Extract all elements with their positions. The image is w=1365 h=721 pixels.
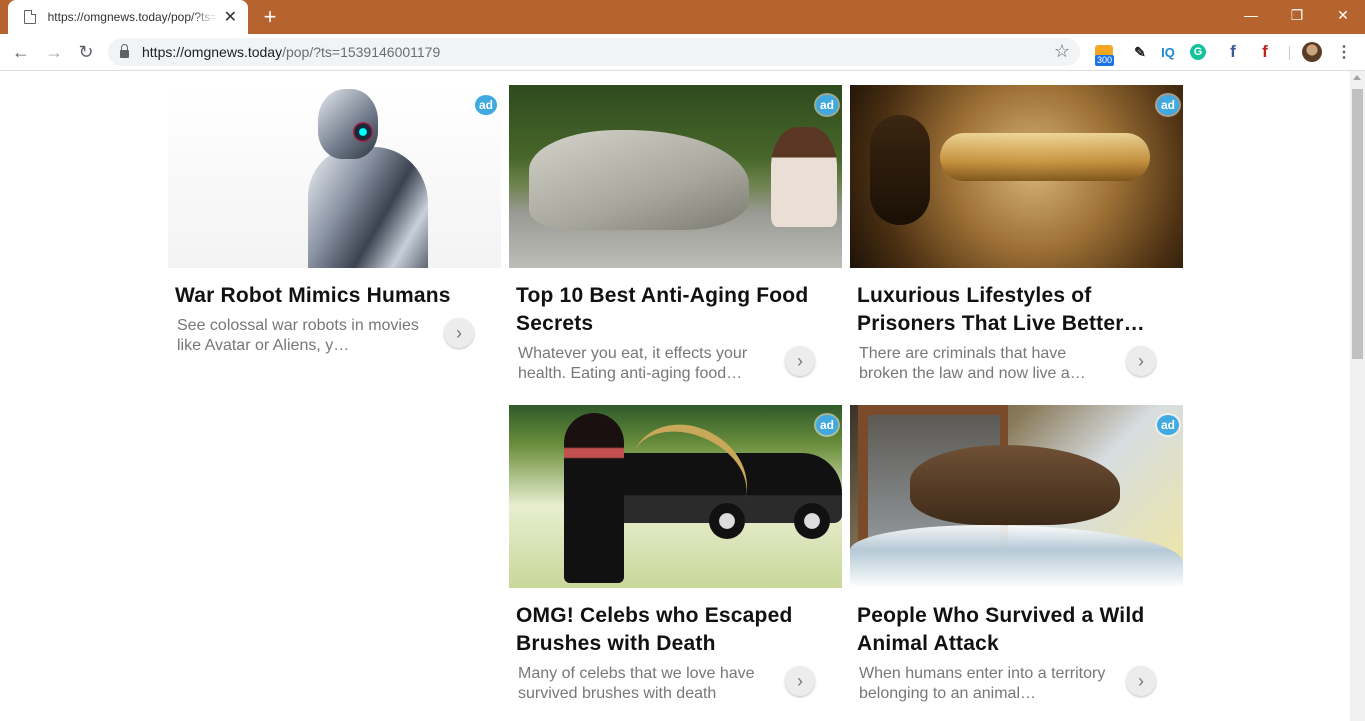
- page-content: ad War Robot Mimics Humans See colossal …: [0, 71, 1350, 721]
- url-path: /pop/?ts=1539146001179: [282, 44, 441, 60]
- chevron-right-icon[interactable]: ›: [785, 666, 815, 696]
- article-description: When humans enter into a territory belon…: [859, 665, 1106, 702]
- ad-badge: ad: [816, 95, 838, 115]
- chevron-right-icon[interactable]: ›: [444, 318, 474, 348]
- profile-avatar[interactable]: [1302, 42, 1322, 62]
- article-title[interactable]: Luxurious Lifestyles of Prisoners That L…: [850, 268, 1183, 338]
- article-title[interactable]: War Robot Mimics Humans: [168, 268, 501, 310]
- article-card[interactable]: ad People Who Survived a Wild Animal Att…: [850, 405, 1183, 704]
- new-tab-button[interactable]: +: [258, 5, 282, 29]
- scroll-up-icon[interactable]: [1353, 75, 1361, 80]
- tab-close-button[interactable]: ✕: [223, 9, 238, 26]
- ad-badge: ad: [816, 415, 838, 435]
- article-image[interactable]: ad: [509, 85, 842, 268]
- vertical-scrollbar[interactable]: [1350, 71, 1365, 721]
- restore-button[interactable]: ❐: [1274, 0, 1320, 30]
- article-description: Many of celebs that we love have survive…: [518, 665, 755, 702]
- chevron-right-icon[interactable]: ›: [785, 346, 815, 376]
- rss-count-badge: 300: [1095, 55, 1115, 66]
- article-card[interactable]: ad War Robot Mimics Humans See colossal …: [168, 85, 501, 356]
- article-description: Whatever you eat, it effects your health…: [518, 345, 748, 382]
- article-card[interactable]: ad Luxurious Lifestyles of Prisoners Tha…: [850, 85, 1183, 384]
- article-image[interactable]: ad: [509, 405, 842, 588]
- ad-badge: ad: [1157, 95, 1179, 115]
- chevron-right-icon[interactable]: ›: [1126, 666, 1156, 696]
- forward-button[interactable]: →: [40, 38, 68, 66]
- grammarly-icon[interactable]: G: [1190, 44, 1206, 60]
- article-image[interactable]: ad: [850, 85, 1183, 268]
- article-image[interactable]: ad: [850, 405, 1183, 588]
- browser-toolbar: ← → ↻ https://omgnews.today/pop/?ts=1539…: [0, 34, 1365, 71]
- tab-title: https://omgnews.today/pop/?ts=1539146001…: [47, 10, 217, 24]
- article-description: There are criminals that have broken the…: [859, 345, 1086, 382]
- browser-tab[interactable]: https://omgnews.today/pop/?ts=1539146001…: [8, 0, 248, 34]
- url-host: https://omgnews.today: [142, 44, 283, 60]
- menu-icon[interactable]: ⋮: [1334, 42, 1354, 62]
- page-icon: [24, 10, 36, 24]
- back-button[interactable]: ←: [7, 38, 35, 66]
- scrollbar-thumb[interactable]: [1352, 89, 1363, 359]
- article-image[interactable]: ad: [168, 85, 501, 268]
- article-title[interactable]: OMG! Celebs who Escaped Brushes with Dea…: [509, 588, 842, 658]
- toolbar-divider: [1289, 46, 1290, 60]
- close-window-button[interactable]: ✕: [1320, 0, 1365, 30]
- article-card[interactable]: ad OMG! Celebs who Escaped Brushes with …: [509, 405, 842, 704]
- article-description: See colossal war robots in movies like A…: [177, 317, 419, 354]
- address-bar[interactable]: https://omgnews.today/pop/?ts=1539146001…: [108, 38, 1080, 66]
- flipboard-icon[interactable]: f: [1255, 42, 1275, 62]
- eyedropper-icon[interactable]: ✎: [1130, 42, 1150, 62]
- browser-titlebar: https://omgnews.today/pop/?ts=1539146001…: [0, 0, 1365, 34]
- lock-icon: [120, 44, 129, 58]
- ad-badge: ad: [475, 95, 497, 115]
- article-card[interactable]: ad Top 10 Best Anti-Aging Food Secrets W…: [509, 85, 842, 384]
- chevron-right-icon[interactable]: ›: [1126, 346, 1156, 376]
- minimize-button[interactable]: —: [1228, 0, 1274, 30]
- article-title[interactable]: People Who Survived a Wild Animal Attack: [850, 588, 1183, 658]
- reload-button[interactable]: ↻: [72, 38, 100, 66]
- facebook-icon[interactable]: f: [1223, 42, 1243, 62]
- article-title[interactable]: Top 10 Best Anti-Aging Food Secrets: [509, 268, 842, 338]
- iq-icon[interactable]: IQ: [1158, 42, 1178, 62]
- ad-badge: ad: [1157, 415, 1179, 435]
- bookmark-star-icon[interactable]: ☆: [1054, 41, 1070, 62]
